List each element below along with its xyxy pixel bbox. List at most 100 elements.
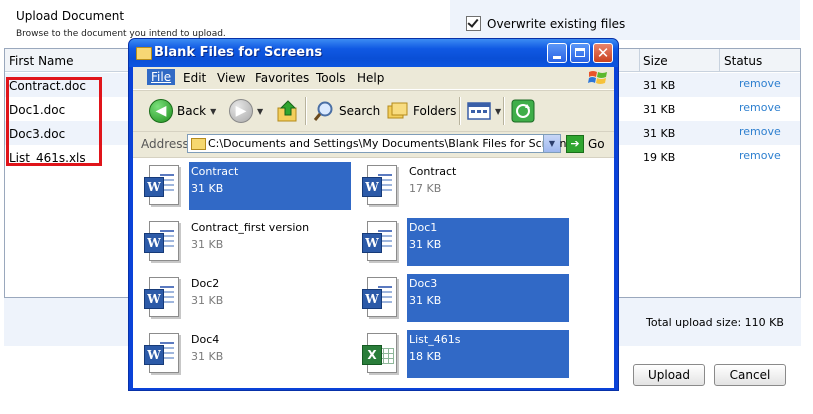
explorer-body: File Edit View Favorites Tools Help ◀ Ba… <box>133 67 614 388</box>
menu-bar: File Edit View Favorites Tools Help <box>133 67 614 90</box>
folders-label: Folders <box>413 104 457 118</box>
file-item[interactable]: W Contract 17 KB <box>355 162 569 210</box>
word-document-icon: W <box>141 221 181 265</box>
go-arrow-icon: ➔ <box>566 135 584 153</box>
views-button[interactable]: ▼ <box>467 98 501 124</box>
remove-link[interactable]: remove <box>739 149 781 162</box>
total-upload-size: Total upload size: 110 KB <box>646 316 784 329</box>
remove-link[interactable]: remove <box>739 77 781 90</box>
word-document-icon: W <box>359 165 399 209</box>
row-file-size: 31 KB <box>643 79 676 92</box>
menu-edit[interactable]: Edit <box>183 71 206 85</box>
go-button[interactable]: ➔ Go <box>566 135 605 153</box>
search-label: Search <box>339 104 381 118</box>
file-list-pane[interactable]: W Contract 31 KB W Contract 17 KB W Cont… <box>133 158 614 388</box>
menu-favorites[interactable]: Favorites <box>255 71 309 85</box>
search-button[interactable]: Search <box>313 98 380 124</box>
file-size: 31 KB <box>409 294 442 307</box>
explorer-titlebar[interactable]: Blank Files for Screens ✕ <box>129 39 618 67</box>
back-button[interactable]: ◀ Back ▼ <box>149 98 216 124</box>
highlight-annotation-box <box>6 77 102 166</box>
address-label: Address <box>141 137 189 151</box>
column-first-name[interactable]: First Name <box>9 54 73 68</box>
windows-logo-icon <box>588 71 607 84</box>
file-size: 31 KB <box>409 238 442 251</box>
file-name: List_461s <box>409 333 461 346</box>
column-divider <box>719 49 720 71</box>
file-size: 17 KB <box>409 182 442 195</box>
cancel-button[interactable]: Cancel <box>714 364 786 386</box>
row-file-size: 31 KB <box>643 127 676 140</box>
toolbar-separator <box>459 97 461 125</box>
file-name: Contract <box>409 165 457 178</box>
excel-spreadsheet-icon: X <box>359 333 399 377</box>
toolbar-separator <box>305 97 307 125</box>
file-name: Doc4 <box>191 333 220 346</box>
toolbar-separator <box>503 97 505 125</box>
file-size: 31 KB <box>191 238 224 251</box>
file-name: Doc1 <box>409 221 438 234</box>
up-folder-icon[interactable] <box>277 99 299 123</box>
file-size: 18 KB <box>409 350 442 363</box>
close-button[interactable]: ✕ <box>593 43 613 63</box>
chevron-down-icon: ▼ <box>495 106 502 116</box>
back-arrow-icon: ◀ <box>149 99 173 123</box>
menu-help[interactable]: Help <box>357 71 384 85</box>
explorer-title: Blank Files for Screens <box>154 45 323 60</box>
row-file-size: 19 KB <box>643 151 676 164</box>
file-size: 31 KB <box>191 294 224 307</box>
close-icon: ✕ <box>596 44 610 62</box>
remove-link[interactable]: remove <box>739 125 781 138</box>
file-item[interactable]: W Doc2 31 KB <box>137 274 351 322</box>
forward-button[interactable]: ▶ ▼ <box>229 98 263 124</box>
row-file-size: 31 KB <box>643 103 676 116</box>
upload-title: Upload Document <box>16 9 125 23</box>
file-name: Contract <box>191 165 239 178</box>
remove-link[interactable]: remove <box>739 101 781 114</box>
menu-view[interactable]: View <box>217 71 245 85</box>
minimize-icon <box>553 56 561 59</box>
folders-button[interactable]: Folders <box>387 98 456 124</box>
folder-icon <box>191 138 206 150</box>
column-status[interactable]: Status <box>724 54 762 68</box>
file-item[interactable]: X List_461s 18 KB <box>355 330 569 378</box>
file-size: 31 KB <box>191 182 224 195</box>
address-bar: Address C:\Documents and Settings\My Doc… <box>133 131 614 158</box>
file-name: Doc2 <box>191 277 220 290</box>
word-document-icon: W <box>141 333 181 377</box>
menu-file[interactable]: File <box>147 69 176 85</box>
word-document-icon: W <box>359 221 399 265</box>
address-input[interactable]: C:\Documents and Settings\My Documents\B… <box>187 134 572 153</box>
forward-arrow-icon: ▶ <box>229 99 253 123</box>
menu-tools[interactable]: Tools <box>316 71 346 85</box>
overwrite-checkbox[interactable] <box>466 16 481 31</box>
word-document-icon: W <box>141 277 181 321</box>
file-item[interactable]: W Contract_first version 31 KB <box>137 218 351 266</box>
explorer-window[interactable]: Blank Files for Screens ✕ File Edit View… <box>128 38 619 391</box>
column-size[interactable]: Size <box>643 54 668 68</box>
chevron-down-icon: ▼ <box>210 106 217 116</box>
search-icon <box>313 101 333 121</box>
maximize-icon <box>575 48 585 57</box>
sync-icon[interactable] <box>511 99 535 123</box>
explorer-toolbar: ◀ Back ▼ ▶ ▼ Search Folders ▼ <box>133 90 614 132</box>
overwrite-label: Overwrite existing files <box>487 16 626 31</box>
file-size: 31 KB <box>191 350 224 363</box>
upload-button[interactable]: Upload <box>633 364 705 386</box>
file-name: Contract_first version <box>191 221 310 234</box>
overwrite-option[interactable]: Overwrite existing files <box>466 16 625 31</box>
file-item[interactable]: W Doc4 31 KB <box>137 330 351 378</box>
back-label: Back <box>177 104 207 118</box>
file-item[interactable]: W Doc3 31 KB <box>355 274 569 322</box>
column-divider <box>639 49 640 71</box>
chevron-down-icon: ▼ <box>257 106 264 116</box>
word-document-icon: W <box>141 165 181 209</box>
maximize-button[interactable] <box>570 43 590 63</box>
views-icon <box>467 102 491 120</box>
file-item[interactable]: W Contract 31 KB <box>137 162 351 210</box>
chevron-down-icon[interactable]: ▼ <box>543 135 560 152</box>
go-label: Go <box>588 137 605 151</box>
folder-icon <box>136 47 152 60</box>
file-item[interactable]: W Doc1 31 KB <box>355 218 569 266</box>
minimize-button[interactable] <box>547 43 567 63</box>
